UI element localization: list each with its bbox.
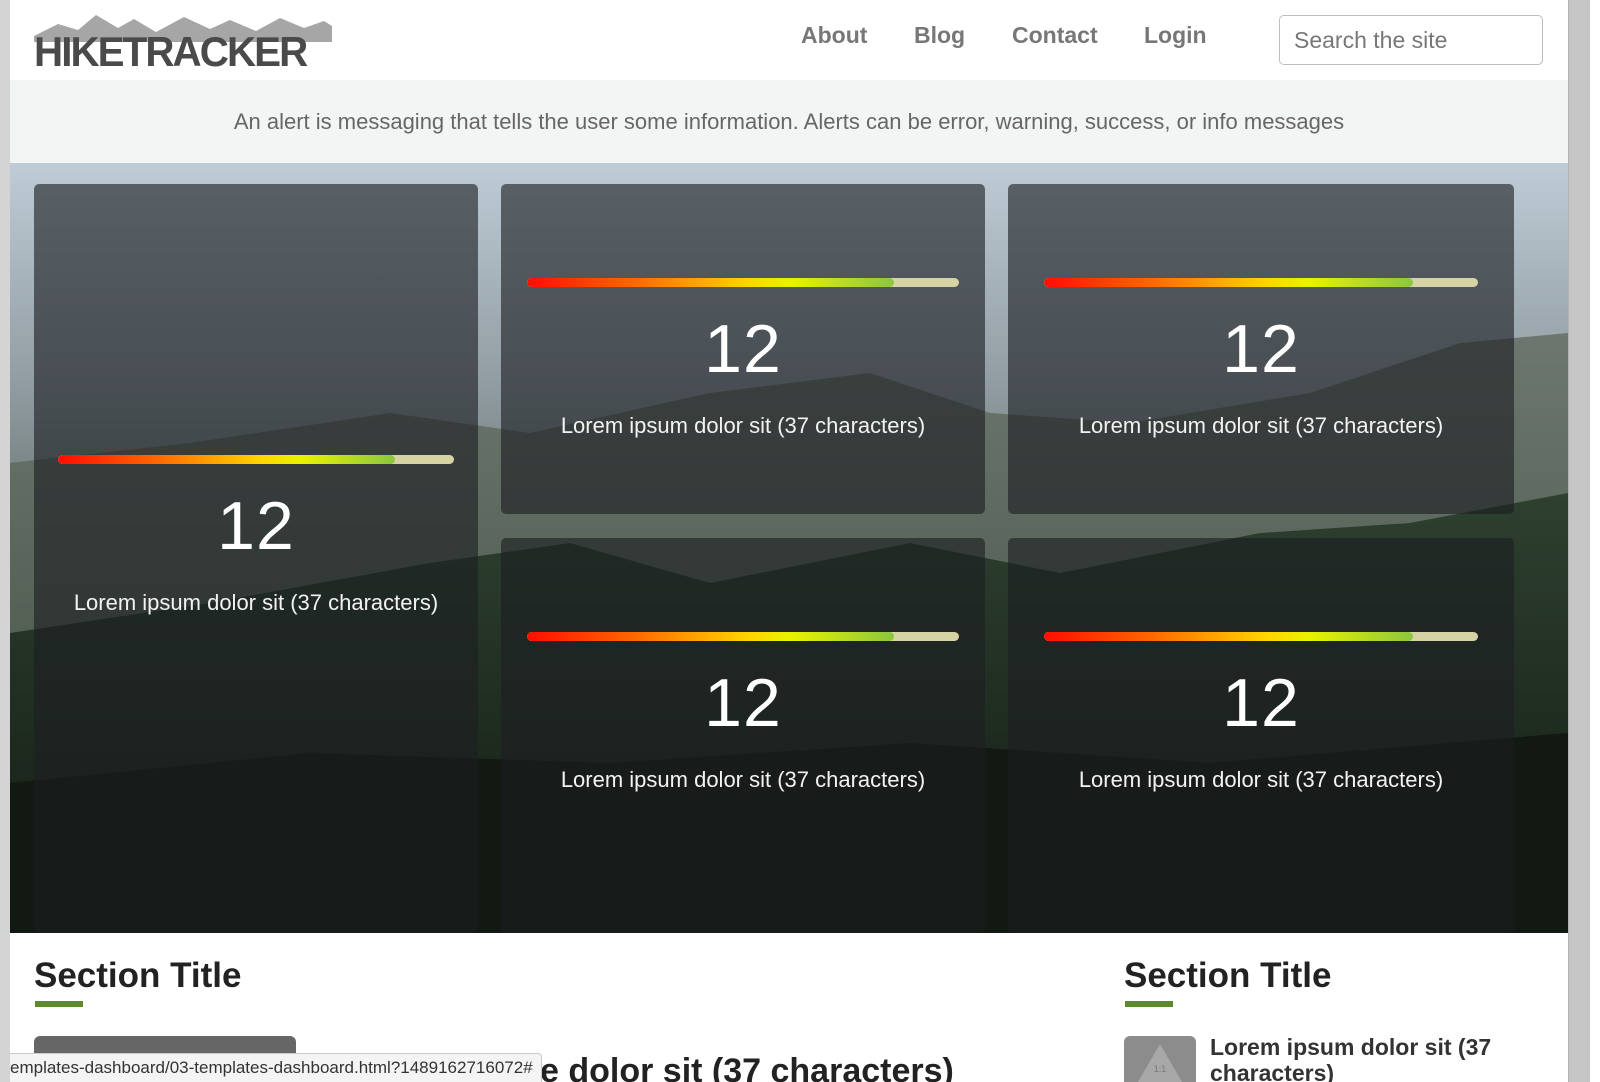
progress-fill [527,632,895,641]
browser-status-bar: emplates-dashboard/03-templates-dashboar… [10,1053,542,1082]
progress-fill [1044,278,1413,287]
sidebar-item-title[interactable]: Lorem ipsum dolor sit (37 characters) [1210,1034,1540,1082]
stat-progress-bar [527,632,959,641]
progress-fill [58,455,395,464]
stat-label: Lorem ipsum dolor sit (37 characters) [560,413,926,438]
stat-progress-bar [527,278,959,287]
stat-tile-2[interactable]: 12 Lorem ipsum dolor sit (37 characters) [501,184,985,514]
scrollbar[interactable] [1568,0,1590,1082]
alert-text: An alert is messaging that tells the use… [233,108,1345,134]
stat-label: Lorem ipsum dolor sit (37 characters) [560,767,926,792]
stat-value: 12 [1222,311,1300,387]
stat-value: 12 [704,665,782,741]
stat-tile-4[interactable]: 12 Lorem ipsum dolor sit (37 characters) [501,538,985,933]
page: HIKETRACKER About Blog Contact Login An … [10,0,1568,1082]
search-input[interactable] [1279,15,1543,65]
stat-label: Lorem ipsum dolor sit (37 characters) [73,590,439,615]
article-title-partial[interactable]: e dolor sit (37 characters) [540,1052,954,1082]
section-underline-left [35,1001,83,1007]
nav-blog-link[interactable]: Blog [914,22,965,49]
stat-tile-3[interactable]: 12 Lorem ipsum dolor sit (37 characters) [1008,184,1514,514]
stat-label: Lorem ipsum dolor sit (37 characters) [1078,767,1444,792]
section-title-right: Section Title [1124,956,1332,995]
section-underline-right [1125,1001,1173,1007]
nav-contact-link[interactable]: Contact [1012,22,1098,49]
stat-value: 12 [704,311,782,387]
stat-progress-bar [58,455,454,464]
stat-tile-5[interactable]: 12 Lorem ipsum dolor sit (37 characters) [1008,538,1514,933]
stat-tile-1[interactable]: 12 Lorem ipsum dolor sit (37 characters) [34,184,478,933]
stat-value: 12 [1222,665,1300,741]
image-placeholder-icon: 1:1 [1138,1044,1182,1082]
dashboard-hero: 12 Lorem ipsum dolor sit (37 characters)… [10,163,1568,933]
nav-login-link[interactable]: Login [1144,22,1207,49]
stat-progress-bar [1044,632,1478,641]
thumb-ratio-label: 1:1 [1154,1064,1167,1074]
thumbnail-image[interactable]: 1:1 [1124,1036,1196,1082]
stat-label: Lorem ipsum dolor sit (37 characters) [1078,413,1444,438]
stat-progress-bar [1044,278,1478,287]
progress-fill [527,278,895,287]
browser-frame-left [0,0,10,1082]
stat-value: 12 [217,488,295,564]
progress-fill [1044,632,1413,641]
site-logo[interactable]: HIKETRACKER [34,12,334,75]
alert-banner: An alert is messaging that tells the use… [10,80,1568,163]
section-title-left: Section Title [34,956,242,995]
logo-wordmark: HIKETRACKER [34,28,308,75]
site-header: HIKETRACKER About Blog Contact Login [10,0,1568,80]
nav-about-link[interactable]: About [801,22,867,49]
